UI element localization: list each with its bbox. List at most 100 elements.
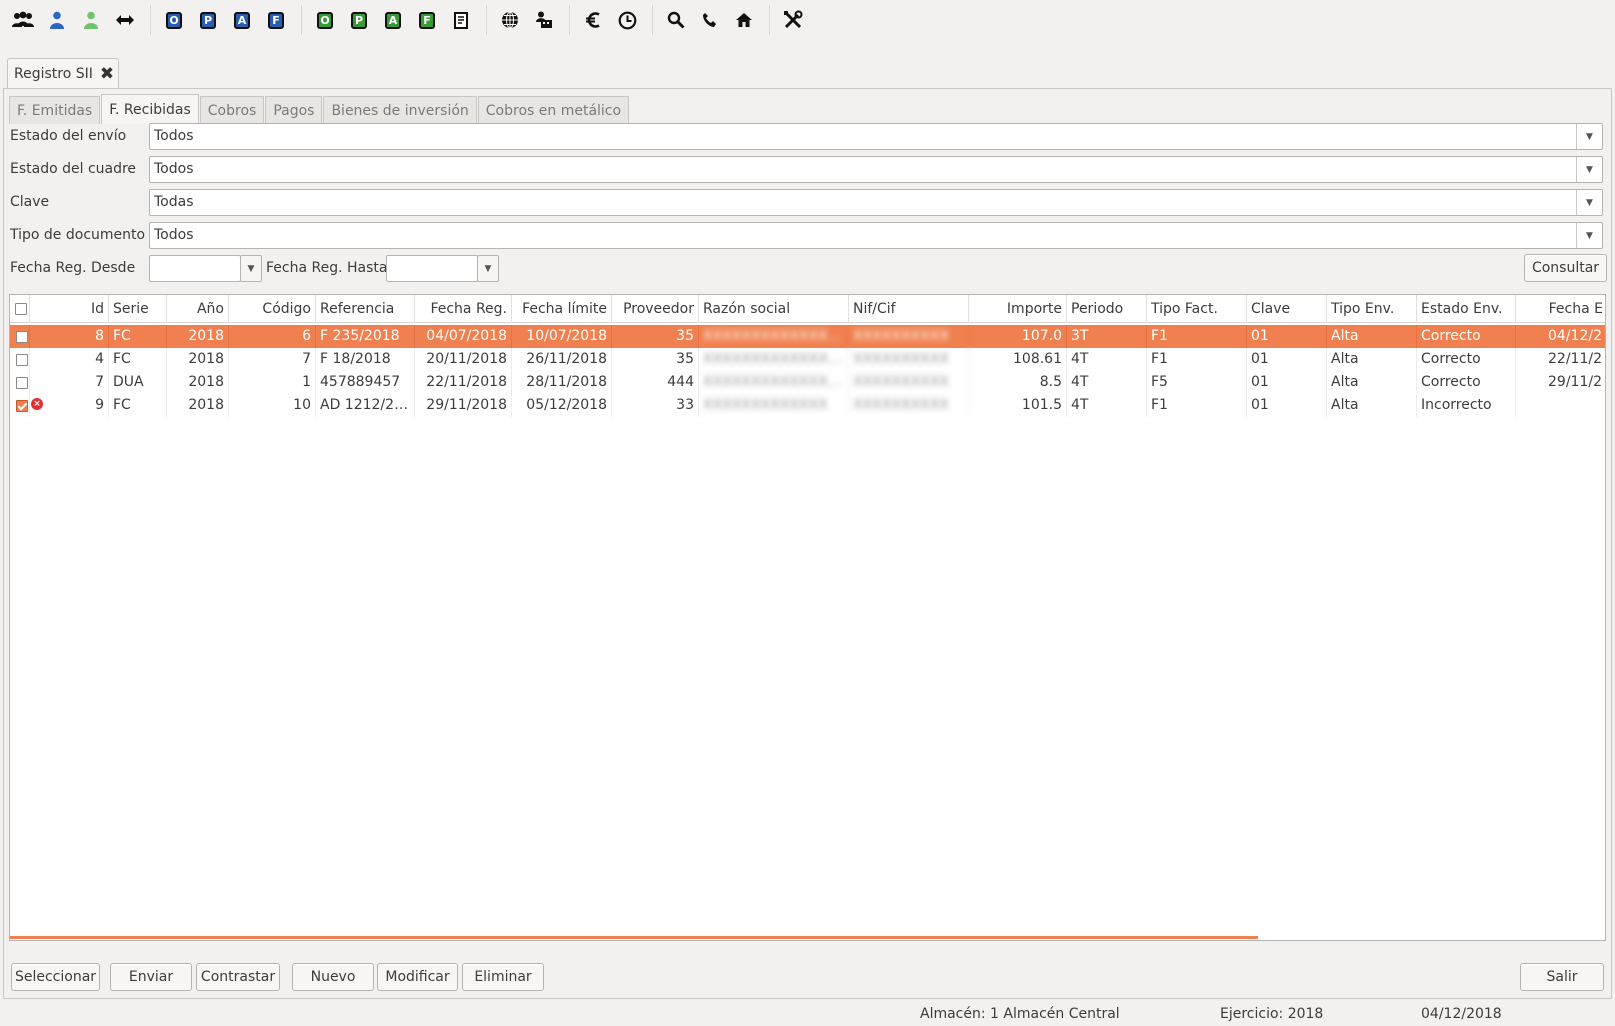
fecha-hasta-input[interactable] — [386, 255, 478, 282]
cell-fecha-env: 29/11/2 — [1516, 371, 1605, 394]
tab-cobros[interactable]: Cobros — [199, 96, 265, 124]
seleccionar-button[interactable]: Seleccionar — [11, 963, 100, 991]
clock-icon[interactable] — [612, 5, 642, 35]
estado-envio-select[interactable]: Todos ▼ — [149, 123, 1603, 150]
doc-f-green-icon[interactable]: F — [412, 5, 442, 35]
cell-proveedor: 444 — [612, 371, 699, 394]
tab-f-emitidas[interactable]: F. Emitidas — [9, 96, 101, 124]
cell-razon-social: XXXXXXXXXXXXXXXXXX... — [699, 325, 849, 348]
tab-f-recibidas[interactable]: F. Recibidas — [101, 94, 199, 124]
col-razon-social[interactable]: Razón social — [699, 295, 849, 323]
search-icon[interactable] — [661, 5, 691, 35]
euro-icon[interactable] — [578, 5, 608, 35]
col-fecha-env[interactable]: Fecha E — [1516, 295, 1605, 323]
col-tipo-fact[interactable]: Tipo Fact. — [1147, 295, 1247, 323]
fecha-desde-input[interactable] — [149, 255, 241, 282]
fecha-desde-label: Fecha Reg. Desde — [10, 260, 136, 276]
row-checkbox[interactable] — [16, 400, 28, 412]
contrastar-button[interactable]: Contrastar — [196, 963, 280, 991]
doc-f-blue-icon[interactable]: F — [261, 5, 291, 35]
col-nif-cif[interactable]: Nif/Cif — [849, 295, 969, 323]
salir-button[interactable]: Salir — [1520, 963, 1604, 991]
tools-icon[interactable] — [778, 5, 808, 35]
table-row[interactable]: 4 FC 2018 7 F 18/2018 20/11/2018 26/11/2… — [10, 348, 1605, 371]
doc-a-blue-icon[interactable]: A — [227, 5, 257, 35]
tab-pagos[interactable]: Pagos — [265, 96, 323, 124]
person-building-icon[interactable] — [529, 5, 559, 35]
consultar-button[interactable]: Consultar — [1524, 254, 1607, 282]
col-referencia[interactable]: Referencia — [316, 295, 415, 323]
calendar-dropdown-icon[interactable]: ▼ — [477, 255, 499, 282]
row-checkbox[interactable] — [16, 331, 28, 343]
col-codigo[interactable]: Código — [229, 295, 316, 323]
calendar-dropdown-icon[interactable]: ▼ — [240, 255, 262, 282]
cell-id: 8 — [30, 325, 109, 348]
eliminar-button[interactable]: Eliminar — [462, 963, 544, 991]
cell-fecha-limite: 28/11/2018 — [512, 371, 612, 394]
phone-icon[interactable] — [695, 5, 725, 35]
cell-codigo: 10 — [229, 394, 316, 417]
modificar-button[interactable]: Modificar — [377, 963, 458, 991]
chevron-down-icon[interactable]: ▼ — [1576, 190, 1602, 215]
col-serie[interactable]: Serie — [109, 295, 167, 323]
cell-tipo-env: Alta — [1327, 348, 1417, 371]
tab-cobros-metalico[interactable]: Cobros en metálico — [477, 96, 630, 124]
table-row[interactable]: 8 FC 2018 6 F 235/2018 04/07/2018 10/07/… — [10, 325, 1605, 348]
chevron-down-icon[interactable]: ▼ — [1576, 124, 1602, 149]
cell-tipo-fact: F5 — [1147, 371, 1247, 394]
cell-proveedor: 35 — [612, 348, 699, 371]
home-icon[interactable] — [729, 5, 759, 35]
estado-cuadre-label: Estado del cuadre — [10, 161, 137, 177]
chevron-down-icon[interactable]: ▼ — [1576, 157, 1602, 182]
tab-bienes-inversion[interactable]: Bienes de inversión — [323, 96, 477, 124]
close-icon[interactable]: ✖ — [100, 64, 114, 84]
doc-p-green-icon[interactable]: P — [344, 5, 374, 35]
row-checkbox-cell — [10, 348, 30, 371]
cell-clave: 01 — [1247, 394, 1327, 417]
col-estado-env[interactable]: Estado Env. — [1417, 295, 1516, 323]
doc-p-blue-icon[interactable]: P — [193, 5, 223, 35]
users-icon[interactable] — [8, 5, 38, 35]
transfer-arrows-icon[interactable] — [110, 5, 140, 35]
user-green-icon[interactable] — [76, 5, 106, 35]
user-icon[interactable] — [42, 5, 72, 35]
col-clave[interactable]: Clave — [1247, 295, 1327, 323]
select-all-checkbox[interactable] — [15, 303, 27, 315]
window-tab-registro-sii[interactable]: Registro SII ✖ — [7, 58, 119, 89]
row-checkbox-cell — [10, 394, 30, 417]
doc-a-green-icon[interactable]: A — [378, 5, 408, 35]
horizontal-scrollbar[interactable] — [10, 936, 1258, 939]
estado-cuadre-select[interactable]: Todos ▼ — [149, 156, 1603, 183]
table-header: Id Serie Año Código Referencia Fecha Reg… — [10, 295, 1605, 323]
col-importe[interactable]: Importe — [969, 295, 1067, 323]
table-row[interactable]: 7 DUA 2018 1 457889457 22/11/2018 28/11/… — [10, 371, 1605, 394]
tipo-documento-select[interactable]: Todos ▼ — [149, 222, 1603, 249]
row-checkbox[interactable] — [16, 377, 28, 389]
row-checkbox[interactable] — [16, 354, 28, 366]
enviar-button[interactable]: Enviar — [110, 963, 192, 991]
clave-select[interactable]: Todas ▼ — [149, 189, 1603, 216]
col-fecha-reg[interactable]: Fecha Reg. — [415, 295, 512, 323]
cell-importe: 101.5 — [969, 394, 1067, 417]
globe-icon[interactable] — [495, 5, 525, 35]
col-periodo[interactable]: Periodo — [1067, 295, 1147, 323]
col-id[interactable]: Id — [30, 295, 109, 323]
col-fecha-limite[interactable]: Fecha límite — [512, 295, 612, 323]
cell-referencia: F 235/2018 — [316, 325, 415, 348]
nuevo-button[interactable]: Nuevo — [292, 963, 374, 991]
estado-envio-label: Estado del envío — [10, 128, 127, 144]
filter-estado-envio: Estado del envío Todos ▼ — [10, 123, 1607, 150]
doc-o-green-icon[interactable]: O — [310, 5, 340, 35]
cell-serie: FC — [109, 348, 167, 371]
col-tipo-env[interactable]: Tipo Env. — [1327, 295, 1417, 323]
table-row[interactable]: × 9 FC 2018 10 AD 1212/20... 29/11/2018 … — [10, 394, 1605, 417]
cell-nif: XXXXXXXXXX — [849, 394, 969, 417]
col-proveedor[interactable]: Proveedor — [612, 295, 699, 323]
chevron-down-icon[interactable]: ▼ — [1576, 223, 1602, 248]
col-anio[interactable]: Año — [167, 295, 229, 323]
cell-clave: 01 — [1247, 371, 1327, 394]
document-list-icon[interactable] — [446, 5, 476, 35]
cell-periodo: 4T — [1067, 371, 1147, 394]
doc-o-blue-icon[interactable]: O — [159, 5, 189, 35]
invoices-table[interactable]: Id Serie Año Código Referencia Fecha Reg… — [9, 294, 1606, 941]
